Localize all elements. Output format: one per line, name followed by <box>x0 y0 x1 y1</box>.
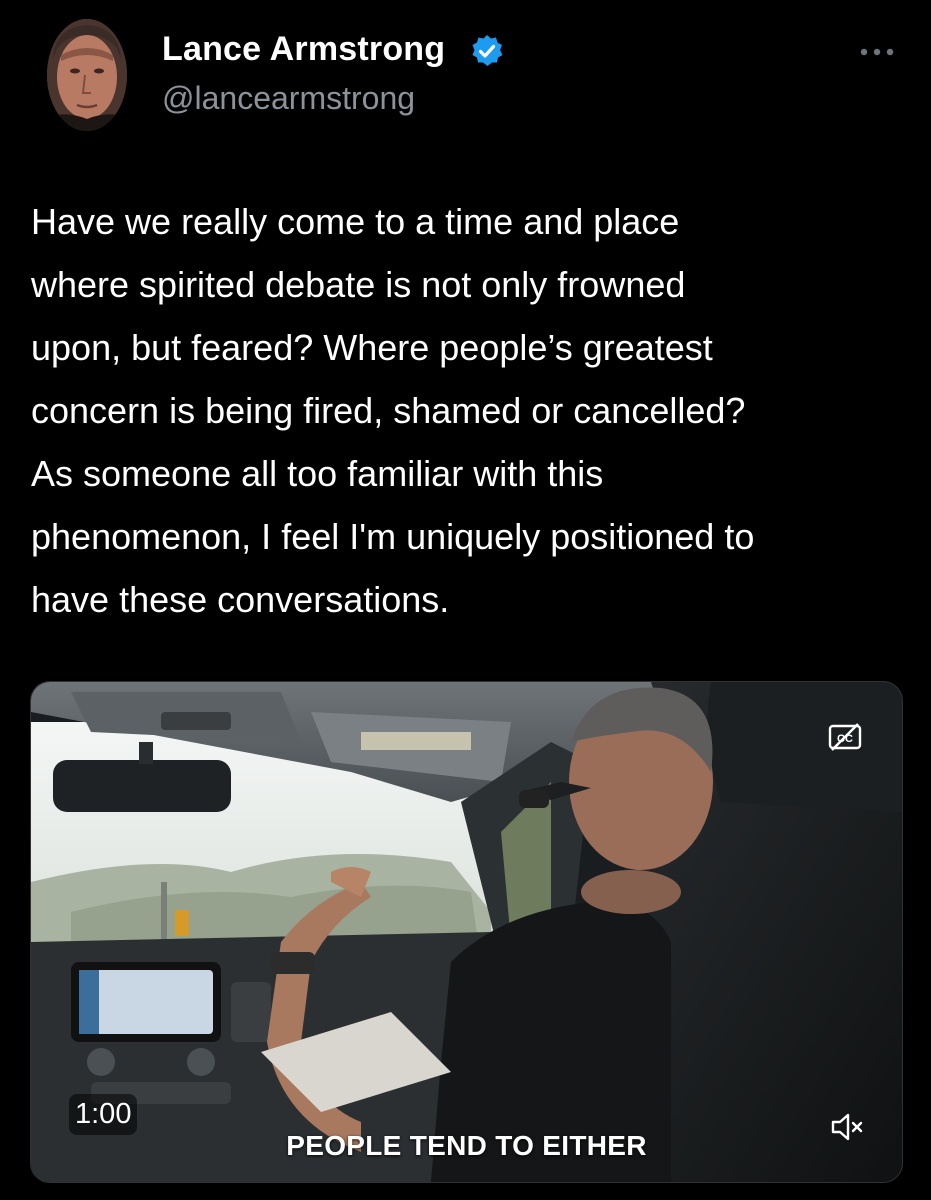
author-avatar[interactable] <box>47 19 127 131</box>
volume-muted-icon[interactable] <box>830 1112 864 1142</box>
author-handle[interactable]: @lancearmstrong <box>162 80 415 117</box>
tweet-text-line: Have we really come to a time and place <box>31 201 680 242</box>
author-display-name[interactable]: Lance Armstrong <box>162 30 445 69</box>
avatar-face-icon <box>47 19 127 131</box>
video-frame <box>31 682 902 1182</box>
video-caption: PEOPLE TEND TO EITHER <box>286 1130 647 1161</box>
tweet-text-line: where spirited debate is not only frowne… <box>31 264 686 305</box>
ellipsis-icon[interactable] <box>856 40 898 64</box>
tweet-text-line: phenomenon, I feel I'm uniquely position… <box>31 516 755 557</box>
video-player[interactable]: CC 1:00 PEOPLE TEND TO EITHER <box>30 681 903 1183</box>
verified-badge-icon <box>472 35 503 66</box>
tweet-text-line: have these conversations. <box>31 579 450 620</box>
tweet-text: Have we really come to a time and place … <box>31 190 911 631</box>
video-duration: 1:00 <box>69 1094 138 1135</box>
tweet-text-line: As someone all too familiar with this <box>31 453 604 494</box>
tweet-text-line: upon, but feared? Where people’s greates… <box>31 327 713 368</box>
closed-captions-off-icon[interactable]: CC <box>828 722 862 752</box>
tweet-text-line: concern is being fired, shamed or cancel… <box>31 390 746 431</box>
